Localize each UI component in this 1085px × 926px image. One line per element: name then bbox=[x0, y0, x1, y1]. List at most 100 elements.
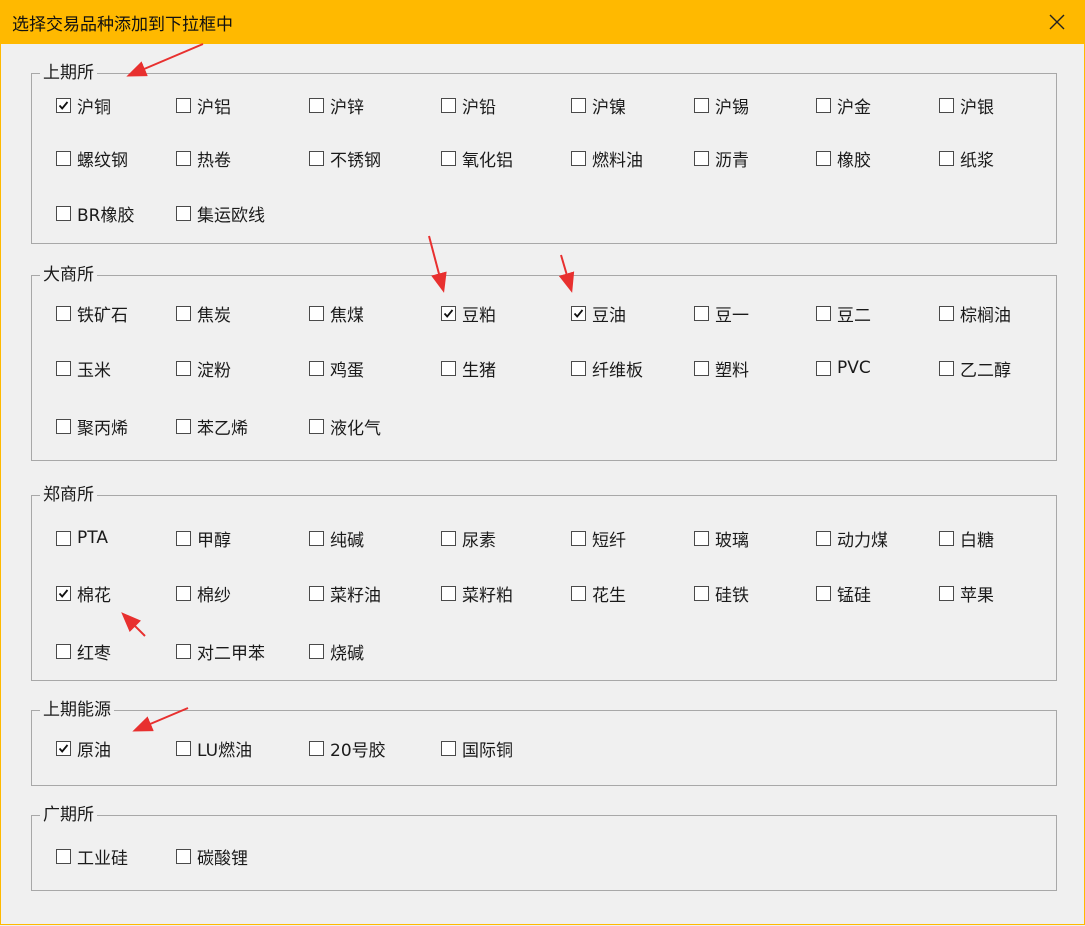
checkbox[interactable] bbox=[441, 740, 456, 756]
checkbox-item[interactable]: 对二甲苯 bbox=[176, 640, 265, 664]
checkbox[interactable] bbox=[56, 848, 71, 864]
checkbox-item[interactable]: 20号胶 bbox=[309, 737, 386, 761]
checkbox-checked[interactable] bbox=[56, 740, 71, 756]
checkbox-item[interactable]: 焦煤 bbox=[309, 302, 364, 326]
checkbox-item[interactable]: PVC bbox=[816, 357, 871, 379]
checkbox[interactable] bbox=[816, 360, 831, 376]
checkbox-item[interactable]: 铁矿石 bbox=[56, 302, 128, 326]
checkbox[interactable] bbox=[816, 150, 831, 166]
checkbox-item[interactable]: 纸浆 bbox=[939, 147, 994, 171]
checkbox-item[interactable]: LU燃油 bbox=[176, 737, 252, 761]
checkbox-item[interactable]: 硅铁 bbox=[694, 582, 749, 606]
checkbox[interactable] bbox=[176, 740, 191, 756]
checkbox[interactable] bbox=[176, 530, 191, 546]
checkbox[interactable] bbox=[571, 530, 586, 546]
checkbox-item[interactable]: 淀粉 bbox=[176, 357, 231, 381]
checkbox[interactable] bbox=[176, 360, 191, 376]
checkbox-item[interactable]: 玉米 bbox=[56, 357, 111, 381]
checkbox[interactable] bbox=[816, 97, 831, 113]
checkbox-item[interactable]: 短纤 bbox=[571, 527, 626, 551]
checkbox[interactable] bbox=[176, 205, 191, 221]
checkbox[interactable] bbox=[176, 643, 191, 659]
checkbox-item[interactable]: 沪镍 bbox=[571, 94, 626, 118]
checkbox[interactable] bbox=[694, 585, 709, 601]
checkbox-item[interactable]: 沪铅 bbox=[441, 94, 496, 118]
checkbox-item[interactable]: 尿素 bbox=[441, 527, 496, 551]
checkbox[interactable] bbox=[56, 530, 71, 546]
checkbox[interactable] bbox=[694, 97, 709, 113]
checkbox[interactable] bbox=[939, 530, 954, 546]
checkbox-item[interactable]: 豆一 bbox=[694, 302, 749, 326]
checkbox-item[interactable]: 聚丙烯 bbox=[56, 415, 128, 439]
checkbox[interactable] bbox=[176, 585, 191, 601]
checkbox[interactable] bbox=[571, 97, 586, 113]
checkbox[interactable] bbox=[56, 418, 71, 434]
checkbox[interactable] bbox=[571, 585, 586, 601]
checkbox-item[interactable]: 热卷 bbox=[176, 147, 231, 171]
checkbox[interactable] bbox=[939, 150, 954, 166]
checkbox-item[interactable]: 棉花 bbox=[56, 582, 111, 606]
checkbox[interactable] bbox=[309, 740, 324, 756]
checkbox-checked[interactable] bbox=[56, 97, 71, 113]
checkbox-checked[interactable] bbox=[571, 305, 586, 321]
checkbox-item[interactable]: 塑料 bbox=[694, 357, 749, 381]
checkbox-item[interactable]: 纯碱 bbox=[309, 527, 364, 551]
checkbox-item[interactable]: 螺纹钢 bbox=[56, 147, 128, 171]
checkbox-item[interactable]: 棉纱 bbox=[176, 582, 231, 606]
close-button[interactable] bbox=[1029, 0, 1085, 44]
checkbox-item[interactable]: 纤维板 bbox=[571, 357, 643, 381]
checkbox-item[interactable]: 菜籽油 bbox=[309, 582, 381, 606]
checkbox[interactable] bbox=[816, 585, 831, 601]
checkbox[interactable] bbox=[309, 150, 324, 166]
checkbox[interactable] bbox=[176, 305, 191, 321]
checkbox-item[interactable]: 不锈钢 bbox=[309, 147, 381, 171]
checkbox-item[interactable]: 生猪 bbox=[441, 357, 496, 381]
checkbox[interactable] bbox=[309, 585, 324, 601]
checkbox-item[interactable]: 沪铝 bbox=[176, 94, 231, 118]
checkbox-item[interactable]: 橡胶 bbox=[816, 147, 871, 171]
checkbox[interactable] bbox=[309, 643, 324, 659]
checkbox-item[interactable]: 动力煤 bbox=[816, 527, 888, 551]
checkbox[interactable] bbox=[309, 360, 324, 376]
checkbox[interactable] bbox=[176, 418, 191, 434]
checkbox[interactable] bbox=[441, 97, 456, 113]
checkbox-item[interactable]: 豆粕 bbox=[441, 302, 496, 326]
checkbox[interactable] bbox=[176, 848, 191, 864]
checkbox-item[interactable]: 工业硅 bbox=[56, 845, 128, 869]
checkbox-checked[interactable] bbox=[441, 305, 456, 321]
checkbox-item[interactable]: 国际铜 bbox=[441, 737, 513, 761]
checkbox[interactable] bbox=[816, 305, 831, 321]
checkbox-item[interactable]: 花生 bbox=[571, 582, 626, 606]
checkbox[interactable] bbox=[694, 530, 709, 546]
checkbox[interactable] bbox=[441, 150, 456, 166]
checkbox-item[interactable]: 集运欧线 bbox=[176, 202, 265, 226]
checkbox[interactable] bbox=[309, 97, 324, 113]
checkbox-item[interactable]: 碳酸锂 bbox=[176, 845, 248, 869]
checkbox[interactable] bbox=[309, 530, 324, 546]
checkbox-item[interactable]: 红枣 bbox=[56, 640, 111, 664]
checkbox[interactable] bbox=[309, 305, 324, 321]
checkbox-item[interactable]: 苯乙烯 bbox=[176, 415, 248, 439]
checkbox-item[interactable]: 玻璃 bbox=[694, 527, 749, 551]
checkbox-item[interactable]: 苹果 bbox=[939, 582, 994, 606]
checkbox-item[interactable]: 菜籽粕 bbox=[441, 582, 513, 606]
checkbox[interactable] bbox=[56, 150, 71, 166]
checkbox-item[interactable]: 沪铜 bbox=[56, 94, 111, 118]
checkbox-item[interactable]: 烧碱 bbox=[309, 640, 364, 664]
checkbox[interactable] bbox=[939, 360, 954, 376]
checkbox-item[interactable]: BR橡胶 bbox=[56, 202, 134, 226]
checkbox[interactable] bbox=[441, 530, 456, 546]
checkbox[interactable] bbox=[309, 418, 324, 434]
checkbox-item[interactable]: 沪锡 bbox=[694, 94, 749, 118]
checkbox[interactable] bbox=[441, 585, 456, 601]
checkbox-item[interactable]: 鸡蛋 bbox=[309, 357, 364, 381]
checkbox[interactable] bbox=[56, 360, 71, 376]
checkbox[interactable] bbox=[56, 205, 71, 221]
checkbox-item[interactable]: 沪金 bbox=[816, 94, 871, 118]
checkbox[interactable] bbox=[56, 305, 71, 321]
checkbox-item[interactable]: 甲醇 bbox=[176, 527, 231, 551]
checkbox[interactable] bbox=[571, 150, 586, 166]
checkbox[interactable] bbox=[816, 530, 831, 546]
checkbox[interactable] bbox=[56, 643, 71, 659]
checkbox[interactable] bbox=[694, 305, 709, 321]
